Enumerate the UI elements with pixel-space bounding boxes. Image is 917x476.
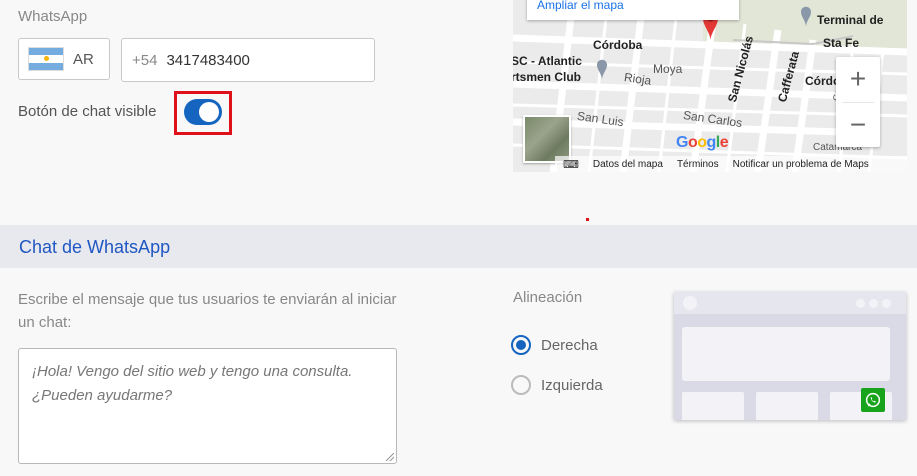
map-footer: ⌨ Datos del mapa Términos Notificar un p… <box>555 156 907 172</box>
section-title: Chat de WhatsApp <box>19 237 171 257</box>
map-embed[interactable]: Ampliar el mapa Terminal de Sta Fe Córdo… <box>513 0 907 172</box>
toggle-knob <box>199 102 219 122</box>
message-text: ¡Hola! Vengo del sitio web y tengo una c… <box>32 363 353 404</box>
whatsapp-icon <box>861 388 885 412</box>
map-place-label: Moya <box>653 62 683 76</box>
phone-number-value: 3417483400 <box>166 51 250 69</box>
google-logo: Google <box>676 134 729 151</box>
map-popup: Ampliar el mapa <box>527 0 739 20</box>
zoom-out-button[interactable]: − <box>836 103 880 147</box>
map-place-label: Terminal de <box>817 13 884 27</box>
country-code: AR <box>73 50 94 68</box>
preview-card <box>682 327 890 381</box>
alignment-label: Alineación <box>513 289 583 306</box>
message-textarea[interactable]: ¡Hola! Vengo del sitio web y tengo una c… <box>18 348 397 464</box>
align-right-radio[interactable] <box>511 335 531 355</box>
align-left-label[interactable]: Izquierda <box>541 377 603 394</box>
align-left-radio[interactable] <box>511 375 531 395</box>
preview-dot <box>683 296 697 310</box>
preview-tile <box>682 392 744 420</box>
zoom-in-button[interactable]: + <box>836 57 880 101</box>
resize-handle-icon[interactable] <box>386 453 394 461</box>
phone-input[interactable]: +54 3417483400 <box>121 38 375 82</box>
required-marker <box>586 218 589 221</box>
alignment-preview <box>674 292 906 420</box>
report-problem-link[interactable]: Notificar un problema de Maps <box>733 159 869 170</box>
map-place-label: Sta Fe <box>823 36 860 50</box>
map-data-link[interactable]: Datos del mapa <box>593 159 663 170</box>
map-place-label: Córdoba <box>593 38 643 52</box>
chat-visible-label: Botón de chat visible <box>18 103 157 120</box>
map-place-label: rtsmen Club <box>513 70 582 84</box>
preview-tile <box>756 392 818 420</box>
message-label: Escribe el mensaje que tus usuarios te e… <box>18 291 397 331</box>
map-place-label: SC - Atlantic <box>513 54 582 68</box>
keyboard-icon[interactable]: ⌨ <box>563 158 579 171</box>
expand-map-link[interactable]: Ampliar el mapa <box>537 0 624 12</box>
chat-visible-toggle[interactable] <box>184 99 222 125</box>
preview-topbar <box>674 292 906 314</box>
whatsapp-label: WhatsApp <box>18 8 88 25</box>
argentina-flag-icon <box>28 47 64 71</box>
align-right-label[interactable]: Derecha <box>541 337 598 354</box>
country-selector[interactable]: AR <box>18 38 110 80</box>
preview-dot <box>869 299 878 308</box>
zoom-controls: + − <box>836 57 880 147</box>
terms-link[interactable]: Términos <box>677 159 719 170</box>
preview-dot <box>882 299 891 308</box>
phone-prefix: +54 <box>132 51 158 69</box>
preview-dot <box>856 299 865 308</box>
